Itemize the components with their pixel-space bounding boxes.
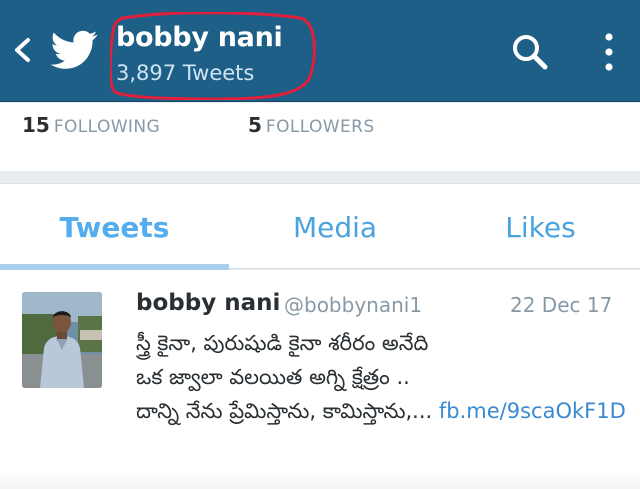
followers-count: 5	[248, 113, 262, 137]
tab-media[interactable]: Media	[229, 184, 441, 270]
avatar[interactable]	[22, 292, 102, 388]
tweet-line-3-text: దాన్ని నేను ప్రేమిస్తాను, కామిస్తాను,...	[136, 399, 433, 423]
app-bar: bobby nani 3,897 Tweets	[0, 0, 640, 102]
chevron-left-icon	[15, 38, 30, 62]
profile-title: bobby nani 3,897 Tweets	[110, 12, 316, 100]
twitter-bird-icon	[50, 30, 100, 72]
tweet-item[interactable]: bobby nani @bobbynani1 22 Dec 17 స్త్రీ …	[0, 270, 640, 489]
profile-tabs: Tweets Media Likes	[0, 183, 640, 270]
search-icon	[513, 35, 548, 70]
profile-name: bobby nani	[116, 22, 283, 53]
tweet-line-1: స్త్రీ కైనా, పురుషుడి కైనా శరీరం అనేది	[136, 331, 429, 355]
tweet-handle[interactable]: @bobbynani1	[284, 293, 422, 317]
back-button[interactable]	[8, 28, 38, 72]
tweet-author[interactable]: bobby nani	[136, 290, 280, 316]
list-bottom-edge	[0, 470, 640, 489]
following-stat[interactable]: 15 FOLLOWING	[22, 113, 160, 137]
more-vertical-icon	[605, 33, 613, 71]
tweet-line-3: దాన్ని నేను ప్రేమిస్తాను, కామిస్తాను,...…	[136, 394, 626, 428]
tweet-text: స్త్రీ కైనా, పురుషుడి కైనా శరీరం అనేది ఒ…	[136, 326, 626, 428]
tweet-line-2: ఒక జ్వాలా వలయిత అగ్ని క్షేత్రం ..	[136, 365, 410, 389]
tab-likes[interactable]: Likes	[441, 184, 640, 270]
tweet-count: 3,897 Tweets	[116, 61, 255, 85]
tweet-link[interactable]: fb.me/9scaOkF1D	[439, 399, 626, 423]
overflow-menu-button[interactable]	[594, 30, 624, 74]
following-count: 15	[22, 113, 50, 137]
tweet-date: 22 Dec 17	[510, 293, 613, 317]
followers-label: FOLLOWERS	[265, 117, 375, 137]
tab-tweets[interactable]: Tweets	[0, 184, 229, 270]
followers-stat[interactable]: 5 FOLLOWERS	[248, 113, 375, 137]
following-label: FOLLOWING	[53, 117, 161, 137]
profile-stats: 15 FOLLOWING 5 FOLLOWERS	[0, 103, 640, 171]
search-button[interactable]	[508, 30, 552, 74]
